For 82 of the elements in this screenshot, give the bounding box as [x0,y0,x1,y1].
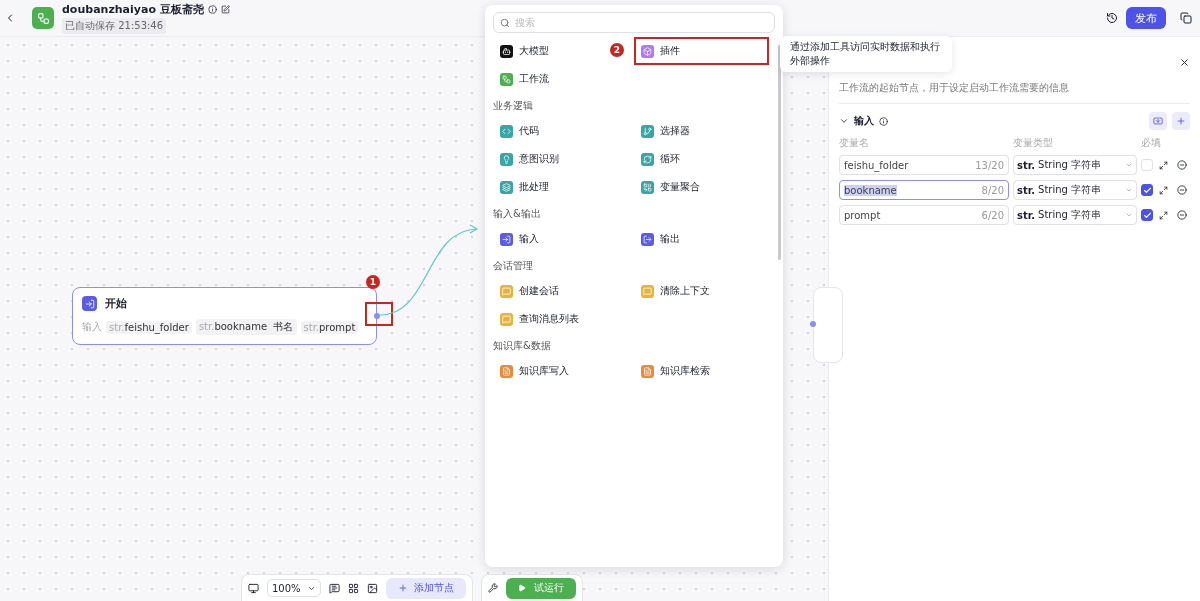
expand-icon[interactable] [1159,160,1168,170]
app-name: doubanzhaiyao [62,3,156,16]
variable-name-field[interactable]: feishu_folder 13/20 [839,155,1009,175]
wrench-icon[interactable] [487,583,498,593]
check-icon [1142,185,1152,195]
chevron-down-icon [1125,211,1133,219]
required-checkbox[interactable] [1141,184,1153,196]
node-card[interactable] [813,287,843,363]
remove-icon[interactable] [1177,210,1187,220]
menu-item[interactable]: 查询消息列表 [493,305,586,333]
menu-item[interactable]: 创建会话 [493,277,566,305]
node-title: 开始 [105,296,127,311]
grid-icon[interactable] [347,582,359,594]
menu-item[interactable]: 选择器 [634,117,697,145]
menu-item[interactable]: 输出 [634,225,687,253]
edit-icon[interactable] [220,5,230,14]
history-icon[interactable] [1106,12,1118,24]
remove-icon[interactable] [1177,185,1187,195]
chevron-down-icon [1125,186,1133,194]
comment-icon[interactable] [328,582,340,594]
start-node[interactable]: 开始 输入 str.feishu_folder str.bookname 书名 str.prompt [72,287,377,345]
start-icon [82,296,97,311]
info-icon[interactable] [879,116,888,126]
variable-tag: str.bookname 书名 [195,319,297,335]
menu-item[interactable]: 循环 [634,145,687,173]
remove-icon[interactable] [1177,160,1187,170]
group-title: 知识库&数据 [493,339,552,353]
menu-item[interactable]: 工作流 [493,65,556,93]
play-icon [517,584,526,592]
type-select[interactable]: str. String 字符串 [1013,180,1137,200]
menu-item[interactable]: 代码 [493,117,546,145]
group-title: 会话管理 [493,259,534,273]
menu-item[interactable]: 知识库检索 [634,357,717,385]
menu-item[interactable]: 输入 [493,225,546,253]
image-icon[interactable] [366,582,378,594]
menu-item[interactable]: 插件 [634,37,769,65]
copy-icon[interactable] [1180,12,1192,24]
group-title: 输入&输出 [493,207,542,221]
add-node-button[interactable]: 添加节点 [385,577,466,599]
input-label: 输入 [82,320,102,334]
minimap-icon[interactable] [248,582,259,594]
input-port[interactable] [810,321,816,327]
search-icon [500,17,510,28]
required-checkbox[interactable] [1141,209,1153,221]
scrollbar[interactable] [778,45,781,260]
tooltip: 通过添加工具访问实时数据和执行外部操作 [780,36,952,72]
app-logo-icon [32,7,54,29]
menu-item[interactable]: 清除上下文 [634,277,717,305]
close-icon[interactable] [1179,56,1190,68]
type-select[interactable]: str. String 字符串 [1013,155,1137,175]
app-title: 豆板斋尧 [159,2,204,17]
menu-item[interactable]: 大模型 [493,37,556,65]
variable-tag: str.feishu_folder [106,320,192,334]
panel-description: 工作流的起始节点，用于设定启动工作流需要的信息 [839,77,1190,104]
variable-name-field[interactable]: bookname 8/20 [839,180,1009,200]
group-title: 业务逻辑 [493,99,534,113]
menu-item[interactable]: 批处理 [493,173,556,201]
expand-icon[interactable] [1159,210,1168,220]
autosave-status: 已自动保存 21:53:46 [62,18,167,34]
section-title: 输入 [854,114,874,128]
plus-icon [397,583,408,593]
highlight-box [365,302,393,326]
menu-item[interactable]: 知识库写入 [493,357,576,385]
collapse-icon[interactable] [839,116,849,126]
output-port[interactable] [374,313,380,319]
column-header: 变量名 [839,136,870,150]
info-icon[interactable] [207,5,217,14]
chevron-down-icon [1125,161,1133,169]
step-badge: 2 [610,43,624,57]
column-header: 必填 [1141,136,1162,150]
expand-icon[interactable] [1159,185,1168,195]
publish-button[interactable]: 发布 [1126,7,1166,29]
type-select[interactable]: str. String 字符串 [1013,205,1137,225]
import-icon[interactable] [1149,112,1167,130]
menu-item[interactable]: 变量聚合 [634,173,707,201]
zoom-select[interactable]: 100% [267,579,321,597]
variable-name-field[interactable]: prompt 6/20 [839,205,1009,225]
check-icon [1142,210,1152,220]
variable-tag: str.prompt [300,320,359,334]
column-header: 变量类型 [1013,136,1054,150]
menu-item[interactable]: 意图识别 [493,145,566,173]
step-badge: 1 [366,275,380,289]
